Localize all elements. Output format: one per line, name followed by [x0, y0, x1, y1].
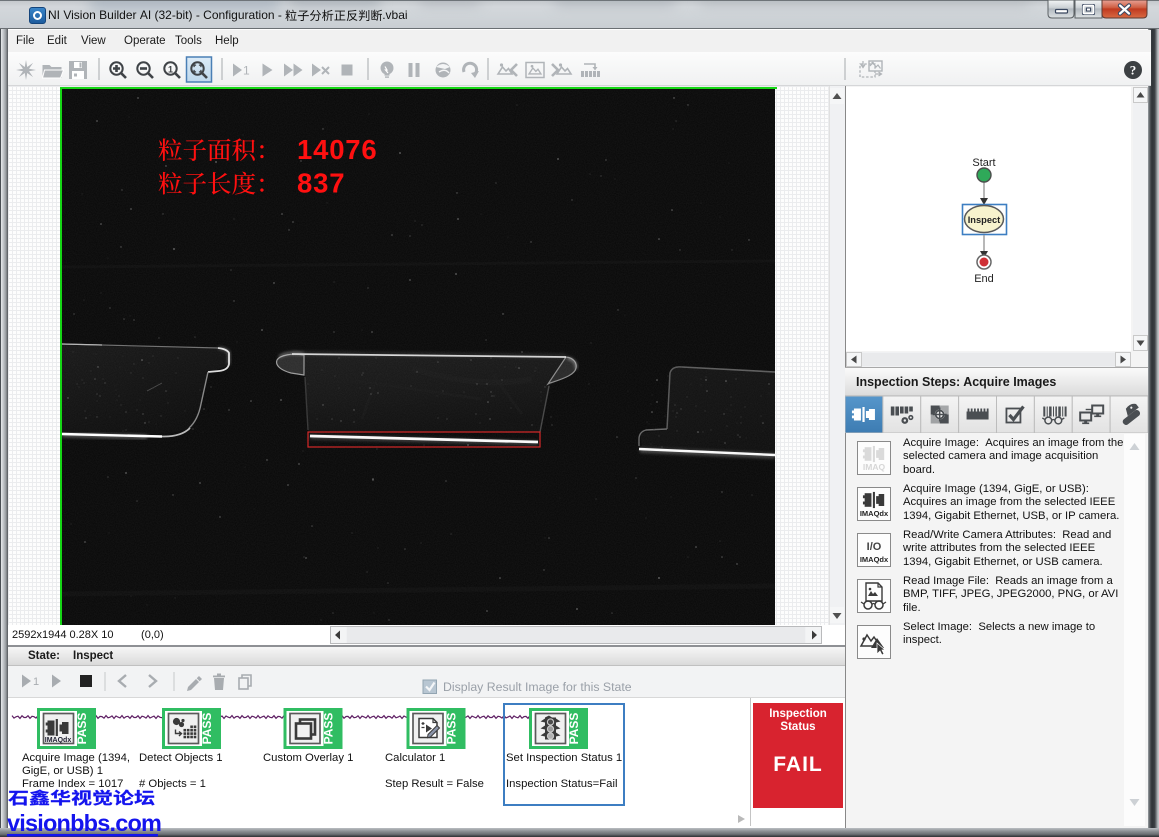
svg-text:IMAQ: IMAQ: [863, 462, 886, 472]
svg-text:1: 1: [168, 64, 173, 74]
svg-text:IMAQdx: IMAQdx: [860, 509, 889, 518]
svg-text:1: 1: [243, 64, 250, 78]
svg-text:PASS: PASS: [200, 713, 214, 745]
svg-text:837: 837: [297, 168, 345, 199]
svg-text:Inspect: Inspect: [968, 215, 1001, 225]
svg-text:PASS: PASS: [322, 713, 336, 745]
svg-text:I/O: I/O: [867, 541, 882, 553]
svg-text:14076: 14076: [297, 134, 377, 165]
svg-text:PASS: PASS: [75, 713, 89, 745]
svg-text:IMAQdx: IMAQdx: [860, 555, 889, 564]
svg-text:PASS: PASS: [567, 713, 581, 745]
svg-text:visionbbs.com: visionbbs.com: [7, 810, 161, 836]
svg-text:1: 1: [33, 676, 39, 688]
svg-text:Display Result Image for this: Display Result Image for this State: [443, 680, 632, 694]
svg-text:End: End: [974, 273, 994, 285]
svg-text:IMAQdx: IMAQdx: [45, 737, 72, 744]
svg-text:?: ?: [1130, 63, 1137, 78]
svg-text:PASS: PASS: [445, 713, 459, 745]
svg-text:Start: Start: [972, 157, 995, 169]
